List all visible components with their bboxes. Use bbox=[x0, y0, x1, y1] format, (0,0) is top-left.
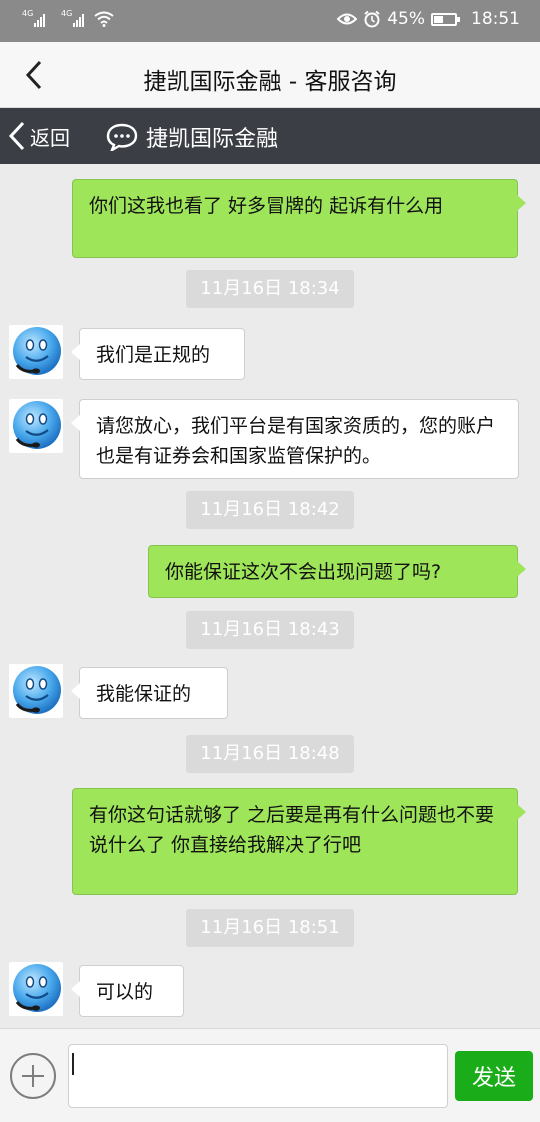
composer-bar: 发送 bbox=[0, 1028, 540, 1122]
message-bubble-sent[interactable]: 有你这句话就够了 之后要是再有什么问题也不要说什么了 你直接给我解决了行吧 bbox=[72, 788, 526, 895]
chevron-left-icon bbox=[8, 121, 25, 151]
message-text: 你能保证这次不会出现问题了吗? bbox=[165, 561, 442, 583]
message-timestamp: 11月16日 18:51 bbox=[186, 909, 354, 947]
message-timestamp: 11月16日 18:48 bbox=[186, 735, 354, 773]
message-bubble-received[interactable]: 我们是正规的 bbox=[71, 328, 245, 380]
message-text: 你们这我也看了 好多冒牌的 起诉有什么用 bbox=[89, 195, 444, 217]
battery-percent: 45% bbox=[387, 9, 425, 29]
add-attachment-icon[interactable] bbox=[10, 1053, 56, 1099]
message-text: 有你这句话就够了 之后要是再有什么问题也不要说什么了 你直接给我解决了行吧 bbox=[89, 804, 495, 856]
text-cursor bbox=[72, 1053, 74, 1075]
message-timestamp: 11月16日 18:42 bbox=[186, 491, 354, 529]
signal-icon: 4G bbox=[61, 9, 84, 27]
message-text: 我能保证的 bbox=[96, 683, 192, 705]
message-timestamp: 11月16日 18:43 bbox=[186, 611, 354, 649]
status-time: 18:51 bbox=[471, 9, 520, 29]
signal-icon: 4G bbox=[22, 9, 45, 27]
message-bubble-sent[interactable]: 你们这我也看了 好多冒牌的 起诉有什么用 bbox=[72, 179, 526, 258]
message-input[interactable] bbox=[68, 1044, 448, 1108]
back-button[interactable]: 返回 bbox=[8, 121, 70, 151]
battery-icon bbox=[431, 12, 460, 26]
smiley-agent-icon bbox=[13, 666, 61, 714]
chat-brand-name: 捷凯国际金融 bbox=[146, 127, 279, 152]
smiley-agent-icon bbox=[13, 401, 61, 449]
network-type-label: 4G bbox=[61, 9, 73, 18]
message-bubble-sent[interactable]: 你能保证这次不会出现问题了吗? bbox=[148, 545, 526, 598]
agent-avatar[interactable] bbox=[9, 325, 63, 379]
agent-avatar[interactable] bbox=[9, 399, 63, 453]
eye-icon bbox=[337, 13, 358, 25]
message-text: 可以的 bbox=[96, 981, 154, 1003]
send-button[interactable]: 发送 bbox=[455, 1051, 533, 1101]
chat-brand: 捷凯国际金融 bbox=[106, 121, 278, 153]
status-bar: 4G 4G 45% 18:51 bbox=[0, 0, 540, 42]
chat-header: 返回 捷凯国际金融 bbox=[0, 108, 540, 164]
agent-avatar[interactable] bbox=[9, 664, 63, 718]
page-title: 捷凯国际金融 - 客服咨询 bbox=[143, 69, 397, 95]
message-text: 我们是正规的 bbox=[96, 344, 211, 366]
chat-bubble-icon bbox=[106, 123, 138, 151]
back-button-label: 返回 bbox=[30, 125, 70, 150]
chat-messages[interactable]: 你们这我也看了 好多冒牌的 起诉有什么用 11月16日 18:34 我们是正规的… bbox=[0, 164, 540, 1028]
message-bubble-received[interactable]: 可以的 bbox=[71, 965, 184, 1017]
alarm-icon bbox=[364, 10, 380, 28]
wifi-icon bbox=[94, 11, 114, 27]
message-timestamp: 11月16日 18:34 bbox=[186, 270, 354, 308]
network-type-label: 4G bbox=[22, 9, 34, 18]
message-bubble-received[interactable]: 我能保证的 bbox=[71, 667, 228, 719]
smiley-agent-icon bbox=[13, 964, 61, 1012]
message-text: 请您放心，我们平台是有国家资质的，您的账户也是有证券会和国家监管保护的。 bbox=[96, 415, 496, 467]
message-bubble-received[interactable]: 请您放心，我们平台是有国家资质的，您的账户也是有证券会和国家监管保护的。 bbox=[71, 399, 519, 479]
title-bar: 捷凯国际金融 - 客服咨询 bbox=[0, 42, 540, 108]
agent-avatar[interactable] bbox=[9, 962, 63, 1016]
smiley-agent-icon bbox=[13, 327, 61, 375]
